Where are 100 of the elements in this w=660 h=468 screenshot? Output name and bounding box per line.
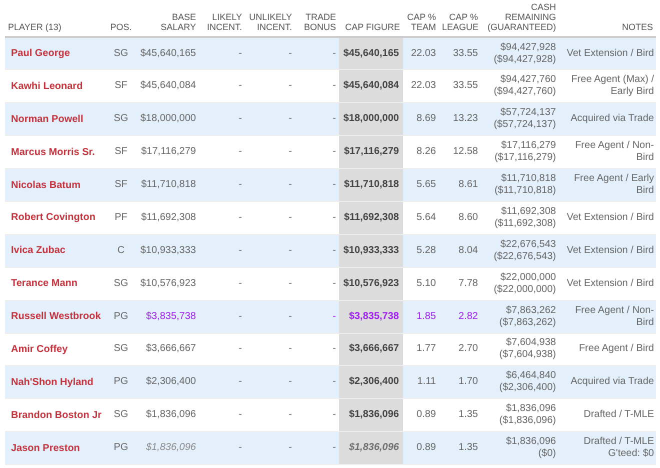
- table-cell: $11,692,308 ($11,692,308): [481, 201, 559, 234]
- table-cell: $11,692,308: [137, 201, 199, 234]
- table-cell: $6,464,840 ($2,306,400): [481, 366, 559, 399]
- table-cell: -: [245, 136, 295, 169]
- table-cell: 22.03: [403, 37, 439, 70]
- table-cell: $22,676,543 ($22,676,543): [481, 234, 559, 268]
- table-cell: SF: [105, 168, 137, 202]
- table-cell: 7.78: [439, 267, 481, 300]
- table-cell: -: [199, 398, 245, 432]
- table-cell: -: [245, 398, 295, 432]
- table-cell: Drafted / T-MLE: [559, 398, 656, 432]
- table-cell: $11,710,818: [137, 168, 199, 202]
- table-cell: 1.77: [403, 333, 439, 366]
- table-cell: Acquired via Trade: [559, 366, 656, 399]
- table-cell: $1,836,096: [137, 432, 199, 465]
- table-cell: $10,933,333: [339, 234, 403, 268]
- player-link[interactable]: Nah'Shon Hyland: [5, 366, 105, 399]
- table-cell: $1,836,096: [339, 432, 403, 465]
- table-cell: 8.60: [439, 201, 481, 234]
- table-cell: 13.23: [439, 102, 481, 136]
- table-cell: SG: [105, 102, 137, 136]
- table-cell: -: [245, 70, 295, 103]
- table-cell: 8.04: [439, 234, 481, 268]
- table-cell: -: [245, 168, 295, 202]
- table-cell: 0.89: [403, 432, 439, 465]
- table-cell: $45,640,084: [137, 70, 199, 103]
- player-link[interactable]: Nicolas Batum: [5, 168, 105, 202]
- table-cell: SF: [105, 70, 137, 103]
- table-cell: -: [199, 432, 245, 465]
- table-cell: 33.55: [439, 70, 481, 103]
- table-cell: $1,836,096 ($1,836,096): [481, 398, 559, 432]
- table-cell: 8.26: [403, 136, 439, 169]
- table-cell: $17,116,279: [339, 136, 403, 169]
- table-cell: $17,116,279 ($17,116,279): [481, 136, 559, 169]
- table-cell: $94,427,928 ($94,427,928): [481, 37, 559, 70]
- table-cell: 33.55: [439, 37, 481, 70]
- table-cell: -: [245, 201, 295, 234]
- table-cell: -: [295, 333, 339, 366]
- table-cell: Drafted / T-MLE G'teed: $0: [559, 432, 656, 465]
- table-cell: -: [199, 300, 245, 334]
- table-cell: Free Agent / Non-Bird: [559, 300, 656, 334]
- table-cell: $18,000,000: [137, 102, 199, 136]
- table-cell: -: [295, 234, 339, 268]
- table-cell: 2.82: [439, 300, 481, 334]
- table-cell: -: [199, 136, 245, 169]
- player-link[interactable]: Russell Westbrook: [5, 300, 105, 334]
- table-cell: Vet Extension / Bird: [559, 234, 656, 268]
- table-cell: $10,933,333: [137, 234, 199, 268]
- player-link[interactable]: Norman Powell: [5, 102, 105, 136]
- table-cell: -: [245, 102, 295, 136]
- table-cell: -: [295, 37, 339, 70]
- player-link[interactable]: Kawhi Leonard: [5, 70, 105, 103]
- player-link[interactable]: Marcus Morris Sr.: [5, 136, 105, 169]
- table-cell: SG: [105, 333, 137, 366]
- table-cell: 1.11: [403, 366, 439, 399]
- table-cell: $3,835,738: [339, 300, 403, 334]
- table-cell: $11,692,308: [339, 201, 403, 234]
- table-cell: SG: [105, 267, 137, 300]
- table-cell: 1.35: [439, 432, 481, 465]
- table-cell: -: [199, 234, 245, 268]
- table-cell: -: [295, 102, 339, 136]
- table-cell: Free Agent (Max) / Early Bird: [559, 70, 656, 103]
- table-cell: -: [295, 432, 339, 465]
- table-cell: PG: [105, 432, 137, 465]
- table-cell: 5.10: [403, 267, 439, 300]
- player-link[interactable]: Brandon Boston Jr: [5, 398, 105, 432]
- player-link[interactable]: Paul George: [5, 37, 105, 70]
- table-cell: SG: [105, 37, 137, 70]
- table-cell: 12.58: [439, 136, 481, 169]
- table-cell: -: [199, 70, 245, 103]
- table-cell: 1.70: [439, 366, 481, 399]
- table-cell: $94,427,760 ($94,427,760): [481, 70, 559, 103]
- player-link[interactable]: Amir Coffey: [5, 333, 105, 366]
- table-cell: $7,604,938 ($7,604,938): [481, 333, 559, 366]
- table-cell: SF: [105, 136, 137, 169]
- table-cell: $18,000,000: [339, 102, 403, 136]
- table-cell: -: [199, 201, 245, 234]
- table-cell: -: [295, 136, 339, 169]
- table-cell: -: [295, 398, 339, 432]
- table-cell: Vet Extension / Bird: [559, 37, 656, 70]
- table-cell: -: [199, 366, 245, 399]
- table-cell: -: [295, 267, 339, 300]
- table-cell: 0.89: [403, 398, 439, 432]
- table-cell: -: [245, 333, 295, 366]
- table-cell: $57,724,137 ($57,724,137): [481, 102, 559, 136]
- table-cell: 5.28: [403, 234, 439, 268]
- player-link[interactable]: Jason Preston: [5, 432, 105, 465]
- table-cell: Acquired via Trade: [559, 102, 656, 136]
- table-cell: -: [245, 366, 295, 399]
- player-link[interactable]: Terance Mann: [5, 267, 105, 300]
- table-cell: $45,640,084: [339, 70, 403, 103]
- table-cell: 1.35: [439, 398, 481, 432]
- table-cell: -: [199, 168, 245, 202]
- table-cell: 8.69: [403, 102, 439, 136]
- table-cell: PG: [105, 366, 137, 399]
- table-cell: -: [199, 37, 245, 70]
- player-link[interactable]: Ivica Zubac: [5, 234, 105, 268]
- player-link[interactable]: Robert Covington: [5, 201, 105, 234]
- table-cell: $1,836,096: [339, 398, 403, 432]
- table-cell: $17,116,279: [137, 136, 199, 169]
